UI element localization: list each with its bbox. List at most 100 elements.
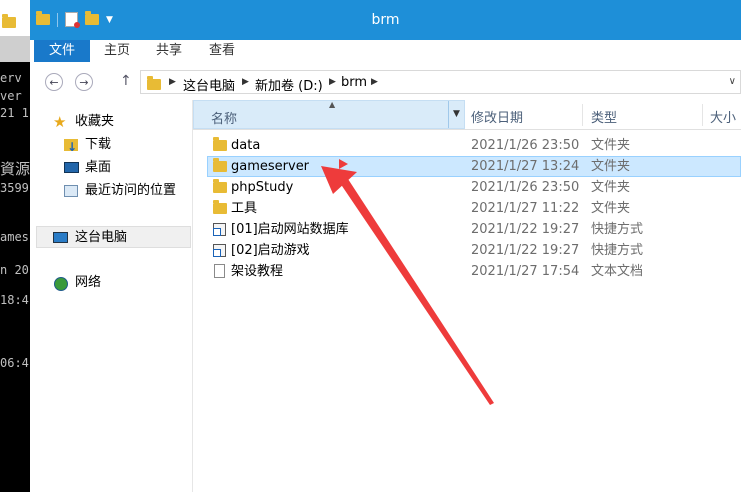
folder-icon — [213, 179, 227, 193]
file-row-setup-guide[interactable]: 架设教程 2021/1/27 17:54 文本文档 — [207, 261, 741, 282]
nav-item-label: 下载 — [85, 137, 112, 152]
nav-item-label: 这台电脑 — [75, 230, 128, 245]
computer-icon — [53, 232, 68, 243]
file-row-phpstudy[interactable]: phpStudy 2021/1/26 23:50 文件夹 — [207, 177, 741, 198]
tab-view[interactable]: 查看 — [209, 40, 235, 62]
console-line: ames — [0, 230, 29, 244]
file-type: 文件夹 — [591, 180, 631, 195]
file-type: 快捷方式 — [591, 243, 644, 258]
folder-icon — [147, 76, 161, 90]
console-line: 21 1 — [0, 106, 29, 120]
console-bar — [0, 36, 30, 62]
shortcut-icon — [213, 244, 226, 257]
file-name: 架设教程 — [231, 264, 284, 279]
address-bar[interactable]: ▶ 这台电脑 ▶ 新加卷 (D:) ▶ brm ▶ ∨ — [140, 70, 741, 94]
column-header-name[interactable]: ▲ 名称 ▼ — [193, 100, 465, 129]
file-date: 2021/1/27 17:54 — [471, 264, 580, 279]
file-list: ▲ 名称 ▼ 修改日期 类型 大小 data 2021/1/26 23:50 文… — [193, 100, 741, 492]
navigation-pane: ★ 收藏夹 下载 桌面 最近访问的位置 这台电脑 网络 — [30, 100, 193, 492]
chevron-right-icon[interactable]: ▶ — [371, 77, 378, 87]
address-row: ← → ↑ ▶ 这台电脑 ▶ 新加卷 (D:) ▶ brm ▶ ∨ — [30, 64, 741, 100]
nav-item-recent[interactable]: 最近访问的位置 — [30, 180, 190, 202]
nav-item-label: 最近访问的位置 — [85, 183, 177, 198]
file-row-data[interactable]: data 2021/1/26 23:50 文件夹 — [207, 135, 741, 156]
file-date: 2021/1/27 11:22 — [471, 201, 580, 216]
text-file-icon — [214, 264, 225, 278]
file-row-gameserver[interactable]: gameserver 2021/1/27 13:24 文件夹 — [207, 156, 741, 177]
desktop-icon — [64, 162, 79, 173]
chevron-right-icon[interactable]: ▶ — [329, 77, 336, 87]
column-divider[interactable] — [702, 104, 703, 126]
file-type: 文本文档 — [591, 264, 644, 279]
file-type: 文件夹 — [591, 159, 631, 174]
file-name: [02]启动游戏 — [231, 243, 310, 258]
nav-item-label: 桌面 — [85, 160, 112, 175]
console-line: 資源 — [0, 160, 30, 178]
chevron-right-icon[interactable]: ▶ — [169, 77, 176, 87]
sort-ascending-icon: ▲ — [329, 100, 336, 109]
file-row-tools[interactable]: 工具 2021/1/27 11:22 文件夹 — [207, 198, 741, 219]
file-type: 文件夹 — [591, 138, 631, 153]
file-date: 2021/1/26 23:50 — [471, 138, 580, 153]
title-bar: ▼ brm — [30, 0, 741, 40]
window-title: brm — [371, 12, 400, 28]
file-date: 2021/1/22 19:27 — [471, 222, 580, 237]
column-headers: ▲ 名称 ▼ 修改日期 类型 大小 — [193, 100, 741, 130]
file-row-start-game[interactable]: [02]启动游戏 2021/1/22 19:27 快捷方式 — [207, 240, 741, 261]
console-top-area — [0, 0, 30, 36]
console-line: 3599 — [0, 181, 29, 195]
file-name: data — [231, 138, 261, 153]
file-date: 2021/1/27 13:24 — [471, 159, 580, 174]
column-header-size[interactable]: 大小 — [710, 107, 736, 126]
console-line: n 20 — [0, 263, 29, 277]
folder-icon — [213, 137, 227, 151]
chevron-down-icon[interactable]: ∨ — [729, 76, 736, 87]
download-icon — [64, 136, 78, 158]
tab-share[interactable]: 共享 — [156, 40, 182, 62]
nav-favorites[interactable]: ★ 收藏夹 — [30, 111, 190, 133]
file-name: gameserver — [231, 159, 310, 174]
folder-icon — [213, 158, 227, 172]
nav-favorites-label: 收藏夹 — [75, 114, 115, 129]
file-name: 工具 — [231, 201, 258, 216]
nav-item-network[interactable]: 网络 — [30, 272, 190, 294]
breadcrumb-this-pc[interactable]: 这台电脑 — [183, 75, 235, 94]
breadcrumb-brm[interactable]: brm — [341, 75, 367, 90]
column-header-date[interactable]: 修改日期 — [471, 107, 523, 126]
file-name: [01]启动网站数据库 — [231, 222, 349, 237]
file-date: 2021/1/26 23:50 — [471, 180, 580, 195]
column-header-type[interactable]: 类型 — [591, 107, 617, 126]
explorer-window: ▼ brm 文件 主页 共享 查看 ← → ↑ ▶ 这台电脑 ▶ 新加卷 (D:… — [30, 0, 741, 492]
column-divider[interactable] — [582, 104, 583, 126]
network-icon — [54, 277, 68, 291]
recent-places-icon — [64, 185, 78, 197]
file-date: 2021/1/22 19:27 — [471, 243, 580, 258]
nav-item-downloads[interactable]: 下载 — [30, 134, 190, 158]
forward-button[interactable]: → — [75, 73, 93, 91]
file-type: 文件夹 — [591, 201, 631, 216]
nav-item-desktop[interactable]: 桌面 — [30, 157, 190, 179]
tab-file[interactable]: 文件 — [34, 40, 90, 62]
tab-home[interactable]: 主页 — [104, 40, 130, 62]
back-button[interactable]: ← — [45, 73, 63, 91]
ribbon-tabs: 文件 主页 共享 查看 — [30, 40, 741, 65]
folder-icon — [213, 200, 227, 214]
file-name: phpStudy — [231, 180, 294, 195]
chevron-right-icon[interactable]: ▶ — [242, 77, 249, 87]
nav-item-this-pc[interactable]: 这台电脑 — [36, 226, 191, 248]
folder-icon — [2, 14, 16, 28]
background-console-window: erv ver 21 1 資源 3599 ames n 20 18:4 06:4 — [0, 0, 30, 492]
console-line: ver — [0, 89, 22, 103]
console-line: erv — [0, 71, 22, 85]
file-row-start-web-db[interactable]: [01]启动网站数据库 2021/1/22 19:27 快捷方式 — [207, 219, 741, 240]
file-type: 快捷方式 — [591, 222, 644, 237]
shortcut-icon — [213, 223, 226, 236]
up-arrow-icon[interactable]: ↑ — [120, 73, 132, 89]
console-line: 18:4 — [0, 293, 29, 307]
chevron-down-icon[interactable]: ▼ — [448, 101, 464, 128]
star-icon: ★ — [53, 113, 67, 131]
breadcrumb-drive-d[interactable]: 新加卷 (D:) — [255, 75, 323, 94]
nav-item-label: 网络 — [75, 275, 102, 290]
console-line: 06:4 — [0, 356, 29, 370]
column-header-name-label: 名称 — [211, 112, 238, 127]
